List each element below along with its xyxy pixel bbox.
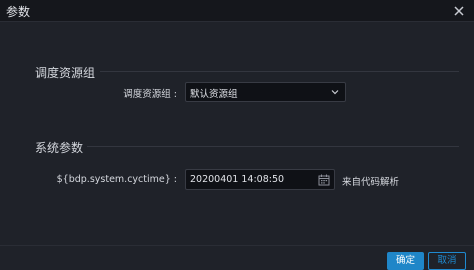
footer-divider (0, 245, 474, 246)
dialog-titlebar: 参数 (0, 0, 474, 22)
dialog-title: 参数 (6, 5, 31, 19)
calendar-icon[interactable] (318, 174, 330, 186)
cyctime-value: 20200401 14:08:50 (190, 174, 285, 185)
cancel-button[interactable]: 取消 (428, 252, 466, 270)
code-parse-source-label: 来自代码解析 (342, 177, 400, 188)
parameters-dialog: 参数 调度资源组 调度资源组 : 默认资源组 系统参数 ${bdp.system… (0, 0, 474, 270)
confirm-button[interactable]: 确定 (387, 252, 424, 270)
system-section-divider (87, 146, 459, 147)
resource-section-title: 调度资源组 (35, 66, 96, 80)
chevron-down-icon (330, 87, 340, 97)
system-section-title: 系统参数 (35, 141, 84, 155)
resource-group-select[interactable]: 默认资源组 (185, 82, 346, 102)
close-icon[interactable] (450, 2, 468, 20)
cyctime-datetime-input[interactable]: 20200401 14:08:50 (185, 169, 335, 190)
cyctime-label: ${bdp.system.cyctime} : (56, 174, 177, 185)
resource-section-divider (100, 71, 459, 72)
resource-group-label: 调度资源组 : (123, 89, 177, 100)
resource-group-value: 默认资源组 (190, 89, 238, 100)
